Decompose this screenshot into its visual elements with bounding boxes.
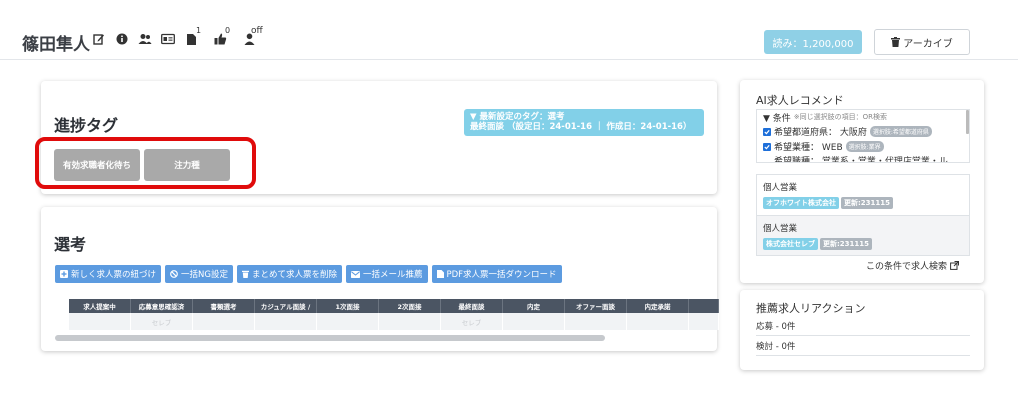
table-scrollbar[interactable] (55, 335, 605, 341)
table-cell[interactable] (565, 313, 627, 330)
considering-count[interactable]: 検討 - 0件 (756, 340, 970, 356)
condition-box[interactable]: ▼ 条件 ※同じ選択肢の項目：OR検索 希望都道府県： 大阪府 選択肢:希望都道… (756, 109, 970, 163)
condition-item[interactable]: 希望職種： 営業系・営業・代理店営業・ル (757, 154, 969, 162)
profile-header: 篠田隼人 1 0 off 読み：1,200,000 アーカイブ (0, 0, 1018, 60)
document-icon[interactable]: 1 (184, 26, 201, 46)
external-link-icon (950, 261, 960, 270)
latest-tag-line: ▼ 最新設定のタグ：選考 (470, 112, 565, 122)
table-cell[interactable] (503, 313, 565, 330)
archive-button[interactable]: アーカイブ (874, 29, 970, 55)
selection-title: 選考 (54, 235, 87, 254)
table-cell[interactable] (255, 313, 317, 330)
latest-tag-dates: 最終面談 （設定日：24-01-16 ｜ 作成日：24-01-16） (470, 122, 692, 132)
column-header[interactable] (689, 299, 719, 313)
updated-badge: 更新:231115 (820, 238, 873, 250)
status-label: off (251, 26, 263, 36)
bulk-ng-label: 一括NG設定 (181, 270, 228, 280)
file-icon (436, 270, 444, 278)
reactions-card: 推薦求人リアクション 応募 - 0件 検討 - 0件 (740, 290, 984, 370)
bulk-mail-label: 一括メール推薦 (362, 270, 423, 280)
selection-actions: 新しく求人票の紐づけ 一括NG設定 まとめて求人票を削除 一括メール推薦 PDF… (55, 265, 562, 283)
table-cell[interactable] (317, 313, 379, 330)
condition-note: ※同じ選択肢の項目：OR検索 (793, 113, 888, 121)
id-card-icon[interactable] (161, 32, 175, 46)
column-header[interactable]: 内定 (503, 299, 565, 313)
condition-label: 希望都道府県： 大阪府 (774, 128, 867, 138)
recommendation-list: 個人営業 オフホワイト株式会社 更新:231115 個人営業 株式会社セレブ 更… (756, 174, 970, 256)
table-header: 求人提案中 応募意思確認済 書類選考 カジュアル面談 / 1次面接 2次面接 最… (69, 299, 719, 313)
thumbs-up-icon[interactable]: 0 (213, 26, 230, 46)
link-job-label: 新しく求人票の紐づけ (71, 270, 157, 280)
condition-header[interactable]: ▼ 条件 ※同じ選択肢の項目：OR検索 (757, 110, 969, 124)
selection-table: 求人提案中 応募意思確認済 書類選考 カジュアル面談 / 1次面接 2次面接 最… (69, 299, 719, 333)
ai-recommend-title: AI求人レコメンド (756, 94, 844, 107)
read-count-button[interactable]: 読み：1,200,000 (764, 30, 862, 54)
pdf-download-button[interactable]: PDF求人票一括ダウンロード (431, 265, 562, 283)
ban-icon (170, 270, 178, 278)
recommendation-title: 個人営業 (763, 224, 798, 234)
progress-tag-title: 進捗タグ (54, 116, 119, 135)
ai-recommend-card: AI求人レコメンド ▼ 条件 ※同じ選択肢の項目：OR検索 希望都道府県： 大阪… (740, 80, 984, 283)
archive-button-label: アーカイブ (903, 38, 953, 50)
header-icons: 1 0 off (92, 26, 263, 46)
condition-badge: 選択肢:希望都道府県 (869, 126, 932, 137)
table-cell[interactable] (627, 313, 689, 330)
table-cell[interactable] (379, 313, 441, 330)
condition-label: 希望職種： 営業系・営業・代理店営業・ル (774, 157, 948, 162)
trash-icon (241, 270, 249, 278)
company-badge: オフホワイト株式会社 (763, 197, 839, 209)
search-with-condition-link[interactable]: この条件で求人検索 (866, 259, 960, 272)
column-header[interactable]: 1次面接 (317, 299, 379, 313)
edit-icon[interactable] (92, 32, 106, 46)
column-header[interactable]: オファー面談 (565, 299, 627, 313)
users-icon[interactable] (138, 32, 152, 46)
column-header[interactable]: 内定承諾 (627, 299, 689, 313)
column-header[interactable]: 求人提案中 (69, 299, 131, 313)
document-count: 1 (196, 26, 202, 35)
latest-tag-info: ▼ 最新設定のタグ：選考 最終面談 （設定日：24-01-16 ｜ 作成日：24… (464, 109, 704, 136)
condition-item[interactable]: 希望業種： WEB 選択肢:業界 (757, 139, 969, 154)
column-header[interactable]: 最終面談 (441, 299, 503, 313)
condition-label: 希望業種： WEB (774, 143, 843, 153)
checkbox-checked-icon[interactable] (763, 142, 771, 151)
updated-badge: 更新:231115 (841, 197, 894, 209)
table-cell[interactable]: セレブ (441, 313, 503, 330)
pdf-download-label: PDF求人票一括ダウンロード (446, 270, 557, 280)
column-header[interactable]: 2次面接 (379, 299, 441, 313)
info-icon[interactable] (115, 32, 129, 46)
checkbox-checked-icon[interactable] (763, 127, 771, 136)
recommendation-item[interactable]: 個人営業 株式会社セレブ 更新:231115 (757, 215, 969, 255)
plus-square-icon (60, 270, 68, 278)
table-row: セレブ セレブ (69, 313, 719, 330)
bulk-mail-button[interactable]: 一括メール推薦 (345, 265, 428, 283)
bulk-ng-button[interactable]: 一括NG設定 (165, 265, 233, 283)
table-cell[interactable] (69, 313, 131, 330)
table-cell[interactable] (689, 313, 719, 330)
trash-icon (891, 37, 901, 47)
person-icon[interactable]: off (242, 26, 263, 46)
table-cell[interactable] (193, 313, 255, 330)
column-header[interactable]: 書類選考 (193, 299, 255, 313)
selection-card: 選考 新しく求人票の紐づけ 一括NG設定 まとめて求人票を削除 一括メール推薦 … (41, 207, 719, 351)
reactions-title: 推薦求人リアクション (756, 302, 866, 315)
applied-count[interactable]: 応募 - 0件 (756, 320, 970, 336)
recommendation-item[interactable]: 個人営業 オフホワイト株式会社 更新:231115 (757, 175, 969, 215)
condition-item[interactable]: 希望都道府県： 大阪府 選択肢:希望都道府県 (757, 124, 969, 139)
condition-header-label: ▼ 条件 (763, 113, 791, 124)
table-cell[interactable]: セレブ (131, 313, 193, 330)
column-header[interactable]: カジュアル面談 / (255, 299, 317, 313)
highlight-box (35, 137, 256, 189)
candidate-name: 篠田隼人 (22, 35, 90, 55)
bulk-delete-button[interactable]: まとめて求人票を削除 (236, 265, 342, 283)
link-job-button[interactable]: 新しく求人票の紐づけ (55, 265, 162, 283)
bulk-delete-label: まとめて求人票を削除 (251, 270, 337, 280)
mail-icon (350, 270, 360, 278)
column-header[interactable]: 応募意思確認済 (131, 299, 193, 313)
condition-scrollbar[interactable] (966, 110, 969, 134)
search-link-label: この条件で求人検索 (866, 262, 948, 272)
company-badge: 株式会社セレブ (763, 238, 818, 250)
like-count: 0 (225, 26, 231, 35)
condition-badge: 選択肢:業界 (845, 141, 884, 152)
recommendation-title: 個人営業 (763, 183, 798, 193)
